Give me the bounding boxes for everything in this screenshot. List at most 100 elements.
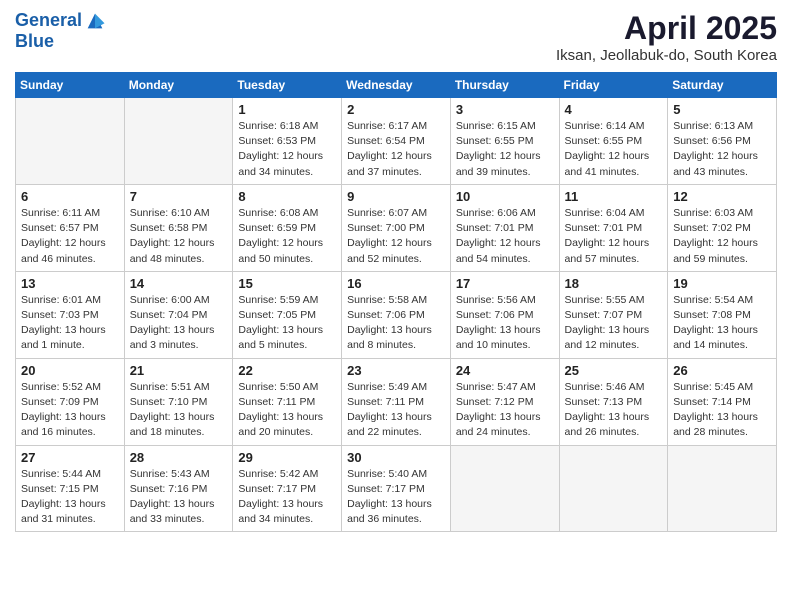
calendar-cell: 29 Sunrise: 5:42 AM Sunset: 7:17 PM Dayli… [233, 445, 342, 532]
calendar-cell: 3 Sunrise: 6:15 AM Sunset: 6:55 PM Daylig… [450, 98, 559, 185]
day-number: 26 [673, 363, 771, 378]
day-number: 29 [238, 450, 336, 465]
weekday-header-saturday: Saturday [668, 73, 777, 98]
title-block: April 2025 Iksan, Jeollabuk-do, South Ko… [556, 10, 777, 64]
calendar-week-row: 27 Sunrise: 5:44 AM Sunset: 7:15 PM Dayli… [16, 445, 777, 532]
day-info: Sunrise: 5:42 AM Sunset: 7:17 PM Dayligh… [238, 467, 336, 528]
calendar-week-row: 1 Sunrise: 6:18 AM Sunset: 6:53 PM Daylig… [16, 98, 777, 185]
day-number: 9 [347, 189, 445, 204]
day-number: 5 [673, 102, 771, 117]
day-info: Sunrise: 6:06 AM Sunset: 7:01 PM Dayligh… [456, 206, 554, 267]
calendar-cell: 12 Sunrise: 6:03 AM Sunset: 7:02 PM Dayli… [668, 184, 777, 271]
day-info: Sunrise: 5:49 AM Sunset: 7:11 PM Dayligh… [347, 380, 445, 441]
logo: General Blue [15, 10, 106, 52]
day-number: 12 [673, 189, 771, 204]
calendar-cell: 30 Sunrise: 5:40 AM Sunset: 7:17 PM Dayli… [342, 445, 451, 532]
day-number: 30 [347, 450, 445, 465]
day-number: 7 [130, 189, 228, 204]
calendar-cell: 2 Sunrise: 6:17 AM Sunset: 6:54 PM Daylig… [342, 98, 451, 185]
day-number: 8 [238, 189, 336, 204]
calendar-cell: 5 Sunrise: 6:13 AM Sunset: 6:56 PM Daylig… [668, 98, 777, 185]
day-number: 15 [238, 276, 336, 291]
page-header: General Blue April 2025 Iksan, Jeollabuk… [15, 10, 777, 64]
day-info: Sunrise: 5:44 AM Sunset: 7:15 PM Dayligh… [21, 467, 119, 528]
logo-icon [84, 10, 106, 32]
day-number: 17 [456, 276, 554, 291]
calendar-cell: 14Sunrise: 6:00 AM Sunset: 7:04 PM Dayli… [124, 271, 233, 358]
day-info: Sunrise: 5:54 AM Sunset: 7:08 PM Dayligh… [673, 293, 771, 354]
calendar-cell: 27 Sunrise: 5:44 AM Sunset: 7:15 PM Dayli… [16, 445, 125, 532]
day-number: 19 [673, 276, 771, 291]
day-info: Sunrise: 5:51 AM Sunset: 7:10 PM Dayligh… [130, 380, 228, 441]
day-number: 25 [565, 363, 663, 378]
day-info: Sunrise: 5:59 AM Sunset: 7:05 PM Dayligh… [238, 293, 336, 354]
calendar-cell: 28 Sunrise: 5:43 AM Sunset: 7:16 PM Dayli… [124, 445, 233, 532]
logo-text: General [15, 11, 82, 31]
logo-blue-text: Blue [15, 32, 106, 52]
weekday-header-sunday: Sunday [16, 73, 125, 98]
calendar-header-row: SundayMondayTuesdayWednesdayThursdayFrid… [16, 73, 777, 98]
calendar-cell [16, 98, 125, 185]
calendar-cell [668, 445, 777, 532]
calendar-cell: 17 Sunrise: 5:56 AM Sunset: 7:06 PM Dayli… [450, 271, 559, 358]
day-number: 13 [21, 276, 119, 291]
calendar-cell: 13Sunrise: 6:01 AM Sunset: 7:03 PM Dayli… [16, 271, 125, 358]
calendar-cell: 1 Sunrise: 6:18 AM Sunset: 6:53 PM Daylig… [233, 98, 342, 185]
calendar-cell: 4 Sunrise: 6:14 AM Sunset: 6:55 PM Daylig… [559, 98, 668, 185]
calendar-cell: 26Sunrise: 5:45 AM Sunset: 7:14 PM Dayli… [668, 358, 777, 445]
calendar-table: SundayMondayTuesdayWednesdayThursdayFrid… [15, 72, 777, 532]
day-number: 2 [347, 102, 445, 117]
day-info: Sunrise: 6:15 AM Sunset: 6:55 PM Dayligh… [456, 119, 554, 180]
calendar-cell: 18Sunrise: 5:55 AM Sunset: 7:07 PM Dayli… [559, 271, 668, 358]
weekday-header-thursday: Thursday [450, 73, 559, 98]
day-info: Sunrise: 6:04 AM Sunset: 7:01 PM Dayligh… [565, 206, 663, 267]
weekday-header-monday: Monday [124, 73, 233, 98]
day-number: 1 [238, 102, 336, 117]
day-number: 4 [565, 102, 663, 117]
calendar-cell: 16 Sunrise: 5:58 AM Sunset: 7:06 PM Dayli… [342, 271, 451, 358]
day-number: 16 [347, 276, 445, 291]
calendar-cell: 15 Sunrise: 5:59 AM Sunset: 7:05 PM Dayli… [233, 271, 342, 358]
calendar-week-row: 20 Sunrise: 5:52 AM Sunset: 7:09 PM Dayli… [16, 358, 777, 445]
day-info: Sunrise: 5:52 AM Sunset: 7:09 PM Dayligh… [21, 380, 119, 441]
location: Iksan, Jeollabuk-do, South Korea [556, 47, 777, 64]
day-number: 21 [130, 363, 228, 378]
day-info: Sunrise: 6:10 AM Sunset: 6:58 PM Dayligh… [130, 206, 228, 267]
day-info: Sunrise: 5:47 AM Sunset: 7:12 PM Dayligh… [456, 380, 554, 441]
day-info: Sunrise: 5:58 AM Sunset: 7:06 PM Dayligh… [347, 293, 445, 354]
day-info: Sunrise: 6:07 AM Sunset: 7:00 PM Dayligh… [347, 206, 445, 267]
day-number: 23 [347, 363, 445, 378]
day-number: 24 [456, 363, 554, 378]
calendar-cell: 24 Sunrise: 5:47 AM Sunset: 7:12 PM Dayli… [450, 358, 559, 445]
day-number: 3 [456, 102, 554, 117]
day-info: Sunrise: 5:40 AM Sunset: 7:17 PM Dayligh… [347, 467, 445, 528]
calendar-cell: 8 Sunrise: 6:08 AM Sunset: 6:59 PM Daylig… [233, 184, 342, 271]
calendar-cell: 7 Sunrise: 6:10 AM Sunset: 6:58 PM Daylig… [124, 184, 233, 271]
day-number: 14 [130, 276, 228, 291]
day-info: Sunrise: 6:17 AM Sunset: 6:54 PM Dayligh… [347, 119, 445, 180]
day-info: Sunrise: 5:43 AM Sunset: 7:16 PM Dayligh… [130, 467, 228, 528]
day-number: 28 [130, 450, 228, 465]
day-number: 20 [21, 363, 119, 378]
calendar-cell: 9 Sunrise: 6:07 AM Sunset: 7:00 PM Daylig… [342, 184, 451, 271]
day-number: 18 [565, 276, 663, 291]
calendar-week-row: 6Sunrise: 6:11 AM Sunset: 6:57 PM Daylig… [16, 184, 777, 271]
calendar-cell [559, 445, 668, 532]
day-info: Sunrise: 5:46 AM Sunset: 7:13 PM Dayligh… [565, 380, 663, 441]
day-info: Sunrise: 6:03 AM Sunset: 7:02 PM Dayligh… [673, 206, 771, 267]
calendar-cell: 6Sunrise: 6:11 AM Sunset: 6:57 PM Daylig… [16, 184, 125, 271]
calendar-cell: 10Sunrise: 6:06 AM Sunset: 7:01 PM Dayli… [450, 184, 559, 271]
day-info: Sunrise: 5:56 AM Sunset: 7:06 PM Dayligh… [456, 293, 554, 354]
day-info: Sunrise: 6:08 AM Sunset: 6:59 PM Dayligh… [238, 206, 336, 267]
month-title: April 2025 [556, 10, 777, 47]
day-info: Sunrise: 5:50 AM Sunset: 7:11 PM Dayligh… [238, 380, 336, 441]
weekday-header-tuesday: Tuesday [233, 73, 342, 98]
day-info: Sunrise: 6:18 AM Sunset: 6:53 PM Dayligh… [238, 119, 336, 180]
day-number: 6 [21, 189, 119, 204]
calendar-cell: 25 Sunrise: 5:46 AM Sunset: 7:13 PM Dayli… [559, 358, 668, 445]
calendar-cell [124, 98, 233, 185]
calendar-cell: 11Sunrise: 6:04 AM Sunset: 7:01 PM Dayli… [559, 184, 668, 271]
day-number: 27 [21, 450, 119, 465]
day-info: Sunrise: 6:14 AM Sunset: 6:55 PM Dayligh… [565, 119, 663, 180]
day-info: Sunrise: 6:13 AM Sunset: 6:56 PM Dayligh… [673, 119, 771, 180]
